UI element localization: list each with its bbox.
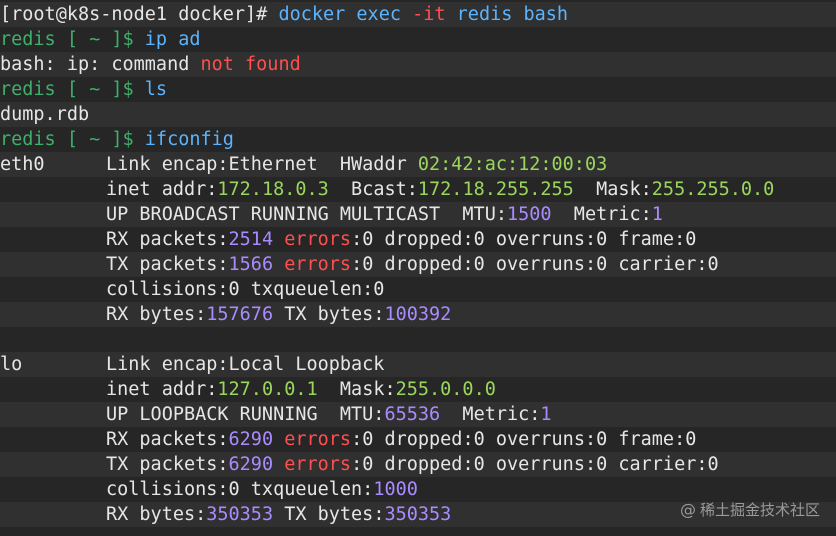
terminal-line: RX packets:6290 errors:0 dropped:0 overr… [0,427,836,452]
terminal-text: 02:42:ac:12:00:03 [417,154,608,175]
terminal-line: inet addr:172.18.0.3 Bcast:172.18.255.25… [0,177,836,202]
terminal-text: ls [144,79,168,100]
terminal-text: redis [ ~ ]$ [0,129,145,150]
terminal-text: ifconfig [144,129,234,150]
terminal-text: -it [412,4,446,25]
terminal-text: RX bytes: [106,504,207,525]
terminal-text: 6290 [228,429,274,450]
terminal-line: lo Link encap:Local Loopback [0,352,836,377]
terminal-text: UP BROADCAST RUNNING MULTICAST MTU: [106,204,507,225]
terminal-text: 350353 [384,504,452,525]
terminal-text: ip ad [144,29,201,50]
terminal-line: redis [ ~ ]$ ls [0,77,836,102]
terminal-line: UP LOOPBACK RUNNING MTU:65536 Metric:1 [0,402,836,427]
terminal-line: RX bytes:157676 TX bytes:100392 [0,302,836,327]
terminal-text: [root@k8s-node1 docker]# [0,4,279,25]
terminal-text: inet addr: [106,179,218,200]
terminal-line: UP BROADCAST RUNNING MULTICAST MTU:1500 … [0,202,836,227]
terminal-text: Bcast: [328,179,418,200]
terminal-text: 100392 [384,304,452,325]
terminal-text: 1 [651,204,663,225]
terminal-text: RX packets: [106,229,229,250]
terminal-line: [root@k8s-node1 docker]# docker exec -it… [0,2,836,27]
terminal-line: eth0 Link encap:Ethernet HWaddr 02:42:ac:… [0,152,836,177]
watermark-text: 稀土掘金技术社区 [699,501,820,519]
terminal-line: bash: ip: command not found [0,52,836,77]
watermark-at: @ [679,500,696,519]
terminal-text: 255.0.0.0 [395,379,496,400]
terminal-line: TX packets:6290 errors:0 dropped:0 overr… [0,452,836,477]
terminal-text: Link encap:Ethernet HWaddr [106,154,418,175]
terminal-text: not found [200,54,301,75]
terminal-text: Mask: [317,379,396,400]
terminal-line: redis [ ~ ]$ ip ad [0,27,836,52]
terminal-text: 255.255.0.0 [651,179,775,200]
terminal-line: dump.rdb [0,102,836,127]
terminal-text: RX packets: [106,429,229,450]
terminal-text: TX packets: [106,454,229,475]
terminal-window[interactable]: [root@k8s-node1 docker]# docker exec -it… [0,0,836,536]
terminal-text: 172.18.255.255 [417,179,574,200]
terminal-line: collisions:0 txqueuelen:0 [0,277,836,302]
terminal-text: 1500 [506,204,552,225]
terminal-text: collisions:0 txqueuelen:0 [106,279,385,300]
terminal-text: 127.0.0.1 [217,379,318,400]
interface-name: eth0 [0,154,45,175]
terminal-text: 2514 [228,229,274,250]
terminal-text: collisions:0 txqueuelen: [106,479,374,500]
terminal-text: docker exec [278,4,413,25]
terminal-line: inet addr:127.0.0.1 Mask:255.0.0.0 [0,377,836,402]
terminal-text: 1 [540,404,552,425]
terminal-text: errors [273,229,352,250]
terminal-text: 1000 [373,479,418,500]
terminal-line: RX packets:2514 errors:0 dropped:0 overr… [0,227,836,252]
terminal-text: :0 dropped:0 overruns:0 carrier:0 [351,254,719,275]
terminal-text: UP LOOPBACK RUNNING MTU: [106,404,385,425]
terminal-text: 157676 [206,304,274,325]
terminal-text: Link encap:Local Loopback [106,354,385,375]
watermark: @ 稀土掘金技术社区 [680,499,820,520]
terminal-text: redis [ ~ ]$ [0,79,145,100]
terminal-text: :0 dropped:0 overruns:0 frame:0 [351,429,697,450]
terminal-text: :0 dropped:0 overruns:0 frame:0 [351,229,697,250]
terminal-text: :0 dropped:0 overruns:0 carrier:0 [351,454,719,475]
terminal-line: TX packets:1566 errors:0 dropped:0 overr… [0,252,836,277]
terminal-text: inet addr: [106,379,218,400]
terminal-text: TX packets: [106,254,229,275]
terminal-text: Metric: [440,404,541,425]
terminal-text: TX bytes: [273,504,385,525]
terminal-text: TX bytes: [273,304,385,325]
terminal-line: redis [ ~ ]$ ifconfig [0,127,836,152]
terminal-text: errors [273,429,352,450]
terminal-text: bash: ip: command [0,54,201,75]
terminal-text: 65536 [384,404,441,425]
terminal-text: errors [273,454,352,475]
terminal-text: RX bytes: [106,304,207,325]
terminal-text: redis bash [445,4,569,25]
terminal-text: errors [273,254,352,275]
terminal-text: 1566 [228,254,274,275]
terminal-text: Metric: [551,204,652,225]
terminal-text: redis [ ~ ]$ [0,29,145,50]
terminal-text: 172.18.0.3 [217,179,329,200]
terminal-text: dump.rdb [0,104,90,125]
interface-name: lo [0,354,23,375]
terminal-text: 6290 [228,454,274,475]
terminal-text: 350353 [206,504,274,525]
terminal-text: Mask: [573,179,652,200]
